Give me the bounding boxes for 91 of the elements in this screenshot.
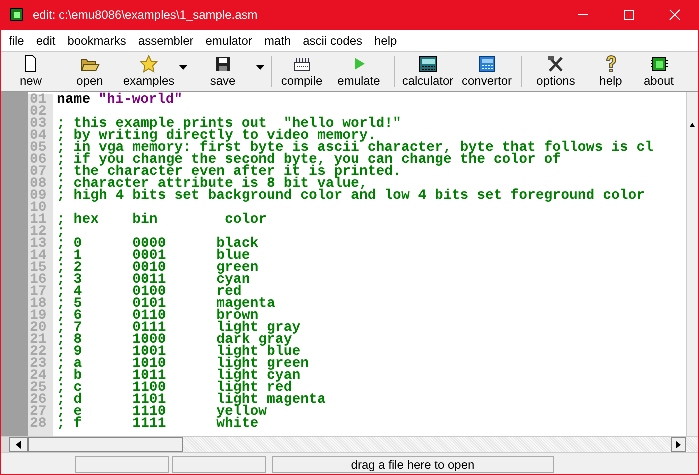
code-comment: ; character attribute is 8 bit value, (57, 178, 368, 190)
toolbar-button[interactable]: help (586, 53, 636, 90)
calculator-icon (478, 55, 496, 74)
scroll-right-button[interactable] (671, 437, 686, 452)
toolbar-button[interactable]: examples (119, 53, 179, 90)
line-number: 24 (28, 370, 53, 382)
code-comment: ; d 1101 light magenta (57, 394, 326, 406)
code-comment: ; 9 1001 light blue (57, 346, 301, 358)
dropdown-caret-icon[interactable] (179, 65, 188, 70)
calculator-icon (418, 55, 438, 74)
right-arrow-icon (676, 440, 681, 448)
line-number: 10 (28, 202, 53, 214)
line-number: 15 (28, 262, 53, 274)
line-number: 25 (28, 382, 53, 394)
line-number: 02 (28, 106, 53, 118)
app-icon (10, 8, 24, 22)
code-comment: ; hex bin color (57, 214, 268, 226)
code-comment: ; 3 0011 cyan (57, 274, 250, 286)
menu-item[interactable]: emulator (200, 32, 258, 50)
toolbar-button[interactable]: compile (276, 53, 328, 90)
line-number: 27 (28, 406, 53, 418)
chip-icon (650, 55, 668, 74)
line-number: 07 (28, 166, 53, 178)
toolbar-button[interactable]: save (190, 53, 256, 90)
scrollbar-corner (1, 437, 9, 452)
code-comment: ; in vga memory: first byte is ascii character, byte that follows is cl (57, 142, 654, 154)
code-comment: ; 5 0101 magenta (57, 298, 276, 310)
line-number: 11 (28, 214, 53, 226)
code-string: "hi-world" (98, 94, 183, 106)
toolbar-button[interactable]: options (526, 53, 586, 90)
line-number: 26 (28, 394, 53, 406)
line-number: 18 (28, 298, 53, 310)
code-comment: ; by writing directly to video memory. (57, 130, 376, 142)
line-number: 09 (28, 190, 53, 202)
toolbar-button[interactable]: calculator (399, 53, 457, 90)
line-number: 22 (28, 346, 53, 358)
menu-item[interactable]: ascii codes (297, 32, 368, 50)
line-number: 14 (28, 250, 53, 262)
menu-item[interactable]: math (258, 32, 298, 50)
tools-icon (546, 55, 566, 74)
code-comment: ; high 4 bits set background color and low 4 bits set foreground color (57, 190, 646, 202)
code-comment: ; 1 0001 blue (57, 250, 250, 262)
line-number: 19 (28, 310, 53, 322)
scroll-left-button[interactable] (9, 437, 28, 452)
toolbar-button[interactable]: about (636, 53, 682, 90)
code-comment: ; this example prints out "hello world!" (57, 118, 402, 130)
scrollbar-thumb[interactable] (28, 437, 183, 452)
line-number: 12 (28, 226, 53, 238)
menu-item[interactable]: edit (30, 32, 62, 50)
code-comment: ; a 1010 light green (57, 358, 310, 370)
line-number: 23 (28, 358, 53, 370)
toolbar-button[interactable]: emulate (328, 53, 390, 90)
star-icon (140, 55, 158, 74)
menu-item[interactable]: assembler (132, 32, 200, 50)
menu-item[interactable]: file (3, 32, 30, 50)
code-comment: ; f 1111 white (57, 418, 259, 430)
line-number: 28 (28, 418, 53, 430)
code-comment: ; the character even after it is printed. (57, 166, 402, 178)
line-number: 04 (28, 130, 53, 142)
code-comment: ; 8 1000 dark gray (57, 334, 292, 346)
code-comment: ; 2 0010 green (57, 262, 259, 274)
line-number: 01 (28, 94, 53, 106)
menu-item[interactable]: help (368, 32, 404, 50)
menu-item[interactable]: bookmarks (62, 32, 132, 50)
code-comment: ; b 1011 light cyan (57, 370, 301, 382)
left-arrow-icon (16, 440, 21, 448)
code-comment: ; if you change the second byte, you can change the color of (57, 154, 562, 166)
line-number: 05 (28, 142, 53, 154)
toolbar-button[interactable]: open (61, 53, 119, 90)
toolbar-button[interactable]: convertor (457, 53, 517, 90)
line-number: 17 (28, 286, 53, 298)
dropdown-caret-icon[interactable] (256, 65, 265, 70)
line-number: 08 (28, 178, 53, 190)
code-comment: ; 4 0100 red (57, 286, 242, 298)
line-number: 21 (28, 334, 53, 346)
line-number: 16 (28, 274, 53, 286)
code-comment: ; e 1110 yellow (57, 406, 268, 418)
toolbar-button[interactable]: new (1, 53, 61, 90)
code-keyword: name (57, 94, 91, 106)
window-title: edit: c:\emu8086\examples\1_sample.asm (33, 7, 258, 24)
code-comment: ; 7 0111 light gray (57, 322, 301, 334)
code-comment: ; 6 0110 brown (57, 310, 259, 322)
line-number: 20 (28, 322, 53, 334)
line-number: 03 (28, 118, 53, 130)
keyboard-icon (292, 55, 312, 74)
line-number: 13 (28, 238, 53, 250)
code-comment: ; c 1100 light red (57, 382, 292, 394)
line-number: 06 (28, 154, 53, 166)
code-comment: ; (57, 226, 66, 238)
status-message: drag a file here to open (272, 456, 554, 473)
code-comment: ; 0 0000 black (57, 238, 259, 250)
